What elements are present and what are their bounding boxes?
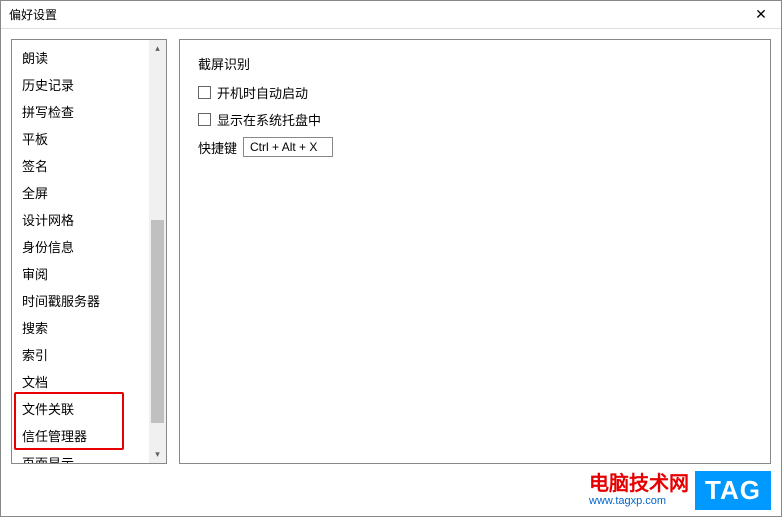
sidebar-item[interactable]: 信任管理器 (12, 422, 166, 449)
sidebar-item[interactable]: 文档 (12, 368, 166, 395)
close-icon: ✕ (755, 6, 767, 23)
autostart-row: 开机时自动启动 (198, 83, 752, 102)
tray-checkbox[interactable] (198, 113, 211, 126)
section-title: 截屏识别 (198, 54, 752, 73)
shortcut-row: 快捷键 (198, 137, 752, 157)
watermark-brand: 电脑技术网 (589, 473, 689, 495)
sidebar-scroll[interactable]: 朗读历史记录拼写检查平板签名全屏设计网格身份信息审阅时间戳服务器搜索索引文档文件… (12, 40, 166, 463)
sidebar-item[interactable]: 拼写检查 (12, 98, 166, 125)
autostart-checkbox[interactable] (198, 86, 211, 99)
content-area: 朗读历史记录拼写检查平板签名全屏设计网格身份信息审阅时间戳服务器搜索索引文档文件… (1, 29, 781, 474)
sidebar-item[interactable]: 审阅 (12, 260, 166, 287)
sidebar-item[interactable]: 搜索 (12, 314, 166, 341)
tray-row: 显示在系统托盘中 (198, 110, 752, 129)
settings-panel: 截屏识别 开机时自动启动 显示在系统托盘中 快捷键 (179, 39, 771, 464)
preferences-window: 偏好设置 ✕ 朗读历史记录拼写检查平板签名全屏设计网格身份信息审阅时间戳服务器搜… (0, 0, 782, 517)
scroll-track[interactable] (149, 57, 166, 446)
scroll-thumb[interactable] (151, 220, 164, 422)
shortcut-input[interactable] (243, 137, 333, 157)
sidebar-item[interactable]: 签名 (12, 152, 166, 179)
sidebar-item[interactable]: 全屏 (12, 179, 166, 206)
sidebar-item[interactable]: 页面显示 (12, 449, 166, 463)
titlebar: 偏好设置 ✕ (1, 1, 781, 29)
watermark-tag: TAG (695, 471, 771, 510)
sidebar-item[interactable]: 身份信息 (12, 233, 166, 260)
sidebar-item[interactable]: 历史记录 (12, 71, 166, 98)
category-sidebar: 朗读历史记录拼写检查平板签名全屏设计网格身份信息审阅时间戳服务器搜索索引文档文件… (11, 39, 167, 464)
footer: 电脑技术网 www.tagxp.com TAG (1, 474, 781, 516)
sidebar-item[interactable]: 时间戳服务器 (12, 287, 166, 314)
sidebar-item[interactable]: 平板 (12, 125, 166, 152)
autostart-label: 开机时自动启动 (217, 83, 308, 102)
watermark-url: www.tagxp.com (589, 495, 666, 507)
scrollbar: ▴ ▾ (149, 40, 166, 463)
sidebar-item[interactable]: 文件关联 (12, 395, 166, 422)
watermark-text: 电脑技术网 www.tagxp.com (589, 473, 689, 507)
sidebar-list: 朗读历史记录拼写检查平板签名全屏设计网格身份信息审阅时间戳服务器搜索索引文档文件… (12, 40, 166, 463)
window-title: 偏好设置 (9, 6, 57, 23)
close-button[interactable]: ✕ (749, 5, 773, 25)
sidebar-item[interactable]: 朗读 (12, 44, 166, 71)
sidebar-item[interactable]: 索引 (12, 341, 166, 368)
shortcut-label: 快捷键 (198, 138, 237, 157)
sidebar-item[interactable]: 设计网格 (12, 206, 166, 233)
watermark: 电脑技术网 www.tagxp.com TAG (589, 471, 771, 510)
scroll-down-arrow-icon[interactable]: ▾ (149, 446, 166, 463)
tray-label: 显示在系统托盘中 (217, 110, 321, 129)
scroll-up-arrow-icon[interactable]: ▴ (149, 40, 166, 57)
